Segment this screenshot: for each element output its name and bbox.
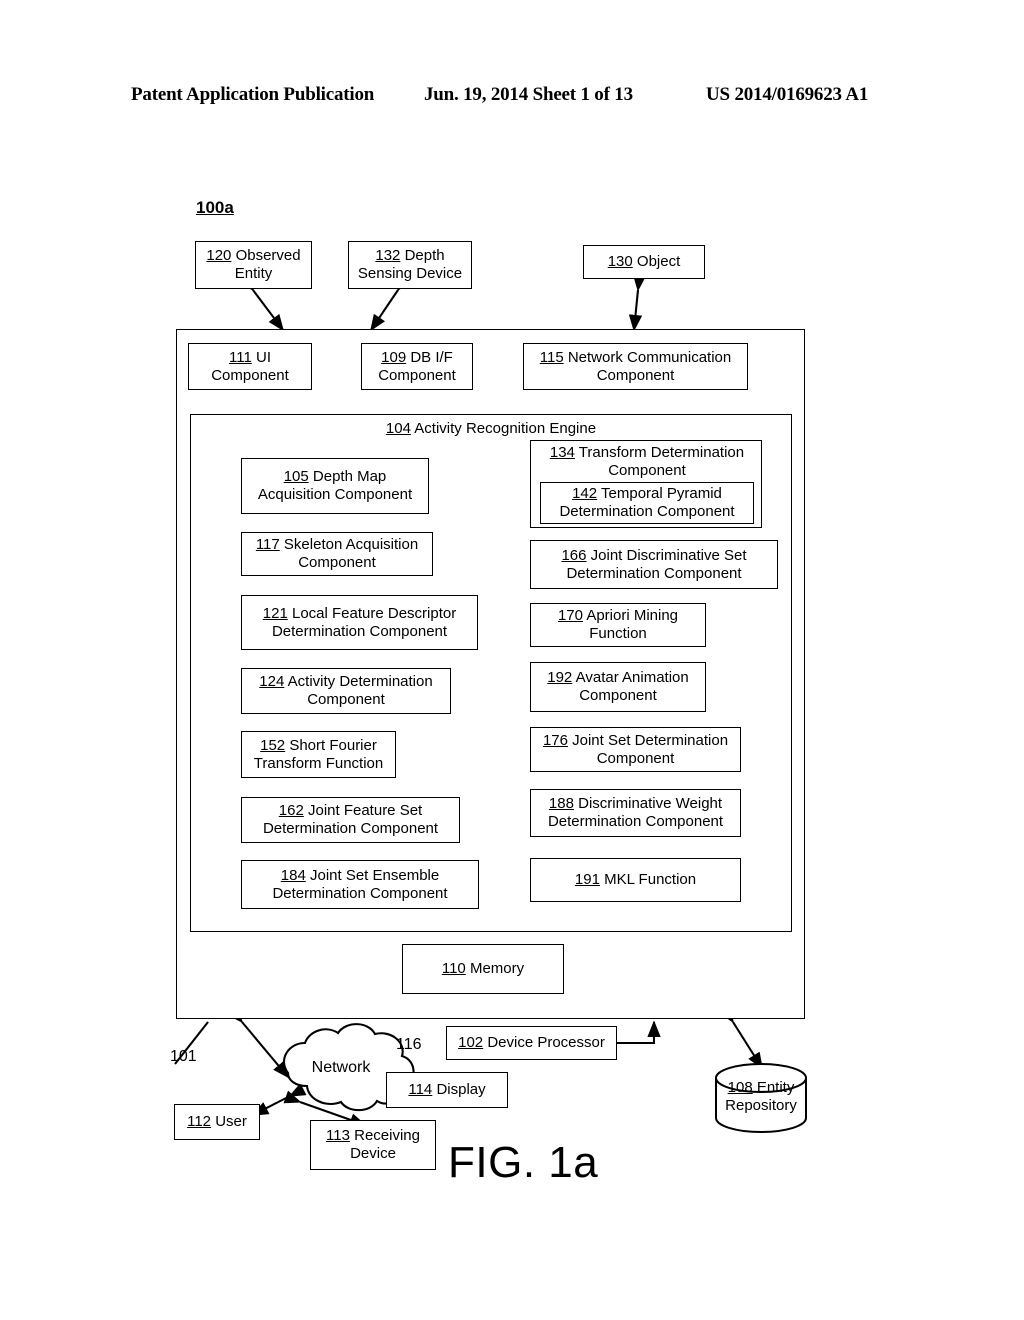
box-observed-entity[interactable]: 120 Observed Entity — [195, 241, 312, 289]
entity-repository-number: 108 — [727, 1079, 753, 1096]
publication-header: Patent Application Publication Jun. 19, … — [0, 84, 1024, 114]
box-ui-component-number: 111 — [229, 348, 252, 366]
arrow-network-display — [354, 1081, 390, 1095]
lead-label-101: 101 — [170, 1048, 197, 1065]
header-patent-number: US 2014/0169623 A1 — [706, 84, 869, 105]
box-depth-sensing-device[interactable]: 132 Depth Sensing Device — [348, 241, 472, 289]
box-memory-number: 110 — [441, 960, 466, 978]
figure-number-tag: 100a — [196, 198, 234, 217]
box-188-label: Discriminative Weight Determination Comp… — [547, 795, 724, 830]
arrow-depth-sensing-device — [370, 273, 413, 332]
box-user[interactable]: 112 User — [174, 1104, 260, 1140]
box-temporal-pyramid-determination-component[interactable]: 142 Temporal Pyramid Determination Compo… — [540, 482, 754, 524]
box-mkl-function[interactable]: 191 MKL Function — [530, 858, 741, 902]
header-publication-title: Patent Application Publication — [131, 84, 375, 105]
box-discriminative-weight-determination-component[interactable]: 188 Discriminative Weight Determination … — [530, 789, 741, 837]
box-joint-discriminative-set-determination-component[interactable]: 166 Joint Discriminative Set Determinati… — [530, 540, 778, 589]
box-joint-set-ensemble-determination-component[interactable]: 184 Joint Set Ensemble Determination Com… — [241, 860, 479, 909]
arrow-observed-entity — [238, 273, 285, 332]
box-188-number: 188 — [548, 795, 574, 813]
box-176-number: 176 — [542, 731, 568, 749]
box-124-number: 124 — [259, 673, 285, 691]
box-166-number: 166 — [561, 546, 587, 564]
box-117-label: Skeleton Acquisition Component — [279, 536, 419, 571]
box-observed-entity-number: 120 — [206, 247, 232, 265]
box-memory[interactable]: 110 Memory — [402, 944, 564, 994]
box-short-fourier-transform-function[interactable]: 152 Short Fourier Transform Function — [241, 731, 396, 778]
box-device-processor[interactable]: 102 Device Processor — [446, 1026, 617, 1060]
engine-title-number: 104 — [385, 420, 411, 437]
box-display[interactable]: 114 Display — [386, 1072, 508, 1108]
box-transform-determination-component[interactable]: 134 Transform Determination Component 14… — [530, 440, 762, 528]
arrow-entity-repository — [719, 1005, 763, 1070]
box-121-label: Local Feature Descriptor Determination C… — [271, 604, 457, 640]
box-receiving-device[interactable]: 113 Receiving Device — [310, 1120, 436, 1170]
box-depth-sensing-device-number: 132 — [375, 247, 401, 265]
box-192-label: Avatar Animation Component — [572, 669, 689, 704]
box-166-label: Joint Discriminative Set Determination C… — [566, 546, 747, 582]
box-network-communication-component[interactable]: 115 Network Communication Component — [523, 343, 748, 390]
box-134-label: Transform Determination Component — [574, 444, 745, 479]
box-receiving-device-number: 113 — [326, 1127, 350, 1145]
box-105-number: 105 — [283, 468, 309, 486]
box-local-feature-descriptor-determination-component[interactable]: 121 Local Feature Descriptor Determinati… — [241, 595, 478, 650]
box-activity-determination-component[interactable]: 124 Activity Determination Component — [241, 668, 451, 714]
box-105-label: Depth Map Acquisition Component — [257, 468, 413, 503]
box-152-number: 152 — [260, 736, 286, 754]
box-depth-map-acquisition-component[interactable]: 105 Depth Map Acquisition Component — [241, 458, 429, 514]
box-124-label: Activity Determination Component — [284, 673, 433, 708]
header-date-sheet: Jun. 19, 2014 Sheet 1 of 13 — [424, 84, 633, 105]
box-network-communication-component-number: 115 — [539, 348, 564, 366]
box-191-number: 191 — [574, 871, 600, 889]
box-162-number: 162 — [278, 802, 304, 820]
box-joint-feature-set-determination-component[interactable]: 162 Joint Feature Set Determination Comp… — [241, 797, 460, 843]
engine-title: 104 Activity Recognition Engine — [190, 420, 792, 438]
box-observed-entity-label: Observed Entity — [231, 247, 301, 282]
box-network-communication-component-label: Network Communication Component — [563, 348, 732, 384]
network-cloud-label: Network — [311, 1059, 371, 1076]
box-134-caption: 134 Transform Determination Component — [531, 444, 763, 479]
box-object-number: 130 — [607, 253, 633, 271]
entity-repository-label: 108 Entity Repository — [716, 1079, 806, 1114]
box-142-number: 142 — [572, 485, 598, 503]
box-display-label: Display — [432, 1081, 486, 1099]
box-memory-label: Memory — [465, 960, 525, 978]
box-user-label: User — [211, 1113, 247, 1131]
box-db-if-component-number: 109 — [381, 348, 407, 366]
box-db-if-component[interactable]: 109 DB I/F Component — [361, 343, 473, 390]
box-192-number: 192 — [547, 669, 573, 687]
box-receiving-device-label: Receiving Device — [349, 1127, 420, 1162]
entity-repository-line2: Repository — [725, 1096, 797, 1114]
box-device-processor-number: 102 — [458, 1034, 484, 1052]
box-user-number: 112 — [187, 1113, 212, 1131]
box-134-number: 134 — [549, 444, 575, 461]
box-170-number: 170 — [557, 607, 583, 625]
box-191-label: MKL Function — [599, 871, 697, 889]
box-device-processor-label: Device Processor — [483, 1034, 605, 1052]
box-ui-component[interactable]: 111 UI Component — [188, 343, 312, 390]
figure-label: FIG. 1a — [448, 1138, 599, 1187]
engine-title-label: Activity Recognition Engine — [410, 420, 597, 437]
box-object[interactable]: 130 Object — [583, 245, 705, 279]
box-121-number: 121 — [262, 604, 288, 622]
box-display-number: 114 — [408, 1081, 433, 1099]
box-skeleton-acquisition-component[interactable]: 117 Skeleton Acquisition Component — [241, 532, 433, 576]
lead-label-116: 116 — [396, 1036, 422, 1053]
box-184-number: 184 — [280, 866, 306, 884]
box-depth-sensing-device-label: Depth Sensing Device — [357, 247, 463, 282]
box-170-label: Apriori Mining Function — [582, 607, 679, 642]
box-object-label: Object — [632, 253, 681, 271]
box-117-number: 117 — [255, 536, 280, 554]
arrow-device-processor — [601, 1020, 661, 1050]
box-176-label: Joint Set Determination Component — [567, 731, 729, 767]
arrow-object — [628, 274, 647, 332]
box-apriori-mining-function[interactable]: 170 Apriori Mining Function — [530, 603, 706, 647]
box-avatar-animation-component[interactable]: 192 Avatar Animation Component — [530, 662, 706, 712]
entity-repository-line1: Entity — [752, 1079, 795, 1096]
box-joint-set-determination-component[interactable]: 176 Joint Set Determination Component — [530, 727, 741, 772]
